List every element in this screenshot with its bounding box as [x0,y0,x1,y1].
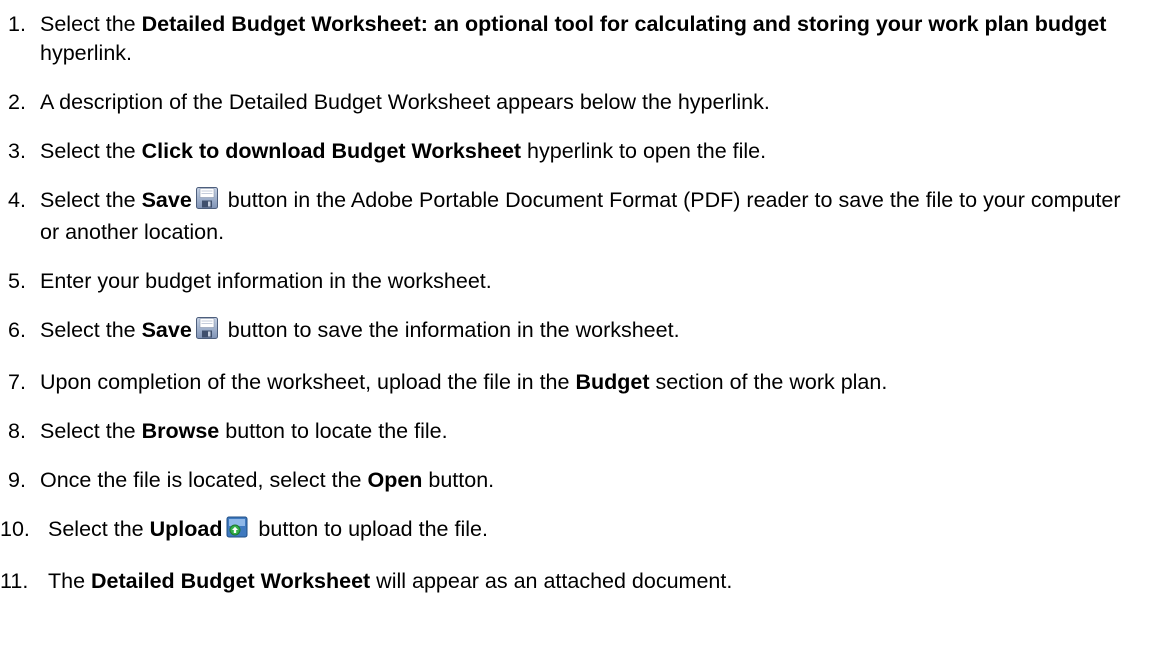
bold-term: Click to download Budget Worksheet [141,139,522,163]
list-item: 1. Select the Detailed Budget Worksheet: … [0,10,1160,68]
step-number: 8. [8,419,26,443]
step-text: Select the [40,139,142,163]
upload-icon [225,515,249,547]
bold-term: Upload [149,517,223,541]
step-number: 2. [8,90,26,114]
step-text: button to upload the file. [252,517,488,541]
step-text: Enter your budget information in the wor… [40,269,492,293]
bold-term: Detailed Budget Worksheet [91,569,371,593]
step-text: hyperlink. [40,41,133,65]
step-text: Select the [40,318,142,342]
bold-term: Budget [575,370,650,394]
list-item: 2. A description of the Detailed Budget W… [0,88,1160,117]
step-number: 7. [8,370,26,394]
save-icon [195,186,219,218]
step-text: Select the [40,188,142,212]
step-number: 10. [0,517,30,541]
list-item: 8. Select the Browse button to locate the… [0,417,1160,446]
step-text: section of the work plan. [649,370,888,394]
step-number: 4. [8,188,26,212]
step-number: 1. [8,12,26,36]
step-text: The [48,569,92,593]
bold-term: Detailed Budget Worksheet: an optional t… [141,12,1107,36]
list-item: 6. Select the Save button to save the inf… [0,316,1160,348]
step-number: 6. [8,318,26,342]
bold-term: Browse [141,419,220,443]
bold-term: Open [367,468,423,492]
list-item: 11. The Detailed Budget Worksheet will ap… [0,567,1160,596]
step-text: Upon completion of the worksheet, upload… [40,370,576,394]
step-text: button to save the information in the wo… [221,318,680,342]
list-item: 9. Once the file is located, select the O… [0,466,1160,495]
step-text: Select the [40,12,142,36]
step-text: Select the [48,517,150,541]
step-text: button. [422,468,495,492]
list-item: 3. Select the Click to download Budget Wo… [0,137,1160,166]
list-item: 10. Select the Upload button to upload th… [0,515,1160,547]
bold-term: Save [141,318,192,342]
save-icon [195,316,219,348]
list-item: 5. Enter your budget information in the w… [0,267,1160,296]
instruction-list: 1. Select the Detailed Budget Worksheet: … [0,0,1160,596]
bold-term: Save [141,188,192,212]
list-item: 4. Select the Save button in the Adobe Po… [0,186,1160,247]
step-number: 9. [8,468,26,492]
step-text: A description of the Detailed Budget Wor… [40,90,770,114]
list-item: 7. Upon completion of the worksheet, uplo… [0,368,1160,397]
step-text: button to locate the file. [219,419,448,443]
step-text: will appear as an attached document. [370,569,733,593]
step-text: hyperlink to open the file. [521,139,767,163]
step-text: Once the file is located, select the [40,468,368,492]
step-number: 3. [8,139,26,163]
step-number: 5. [8,269,26,293]
step-text: Select the [40,419,142,443]
step-number: 11. [0,569,29,593]
